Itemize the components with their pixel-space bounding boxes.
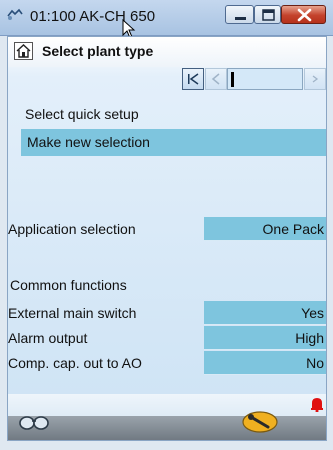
close-button[interactable] [281,5,326,24]
glasses-icon[interactable] [18,413,50,431]
first-page-icon [188,73,199,85]
screen-header: Select plant type [8,37,326,67]
page-position-marker [231,72,234,87]
maximize-icon [262,9,275,21]
maximize-button[interactable] [254,5,281,24]
alarm-output-select[interactable]: High [204,326,326,350]
close-icon [297,8,312,22]
home-icon [16,44,31,58]
page-indicator [227,68,303,90]
quick-setup-select[interactable]: Make new selection [21,129,326,156]
alarm-bell-icon[interactable] [310,396,324,412]
wrench-icon[interactable] [242,411,278,433]
application-selection-select[interactable]: One Pack [204,217,326,241]
app-icon [7,8,23,20]
bottom-toolbar-strip [8,416,326,440]
alarm-output-value: High [295,330,324,346]
client-area: Select plant type Select quick setup Mak… [7,36,327,441]
previous-page-button[interactable] [205,68,227,90]
external-main-switch-value: Yes [301,305,324,321]
comp-cap-out-select[interactable]: No [204,351,326,375]
first-page-button[interactable] [182,68,204,90]
home-button[interactable] [14,42,33,60]
common-functions-heading: Common functions [10,277,127,293]
next-page-button[interactable] [304,68,326,90]
window-title: 01:100 AK-CH 650 [30,8,156,25]
quick-setup-value: Make new selection [27,134,150,150]
external-main-switch-label: External main switch [8,305,137,321]
comp-cap-out-value: No [306,355,324,371]
alarm-output-label: Alarm output [8,330,88,346]
external-main-switch-select[interactable]: Yes [204,301,326,325]
page-title: Select plant type [42,43,154,59]
window-titlebar: 01:100 AK-CH 650 [0,0,333,39]
quick-setup-label: Select quick setup [25,106,139,122]
minimize-button[interactable] [225,5,254,24]
application-selection-value: One Pack [262,221,324,237]
comp-cap-out-label: Comp. cap. out to AO [8,355,142,371]
application-selection-label: Application selection [8,221,136,237]
next-page-icon [312,75,319,83]
previous-page-icon [211,73,220,85]
minimize-icon [235,17,246,20]
